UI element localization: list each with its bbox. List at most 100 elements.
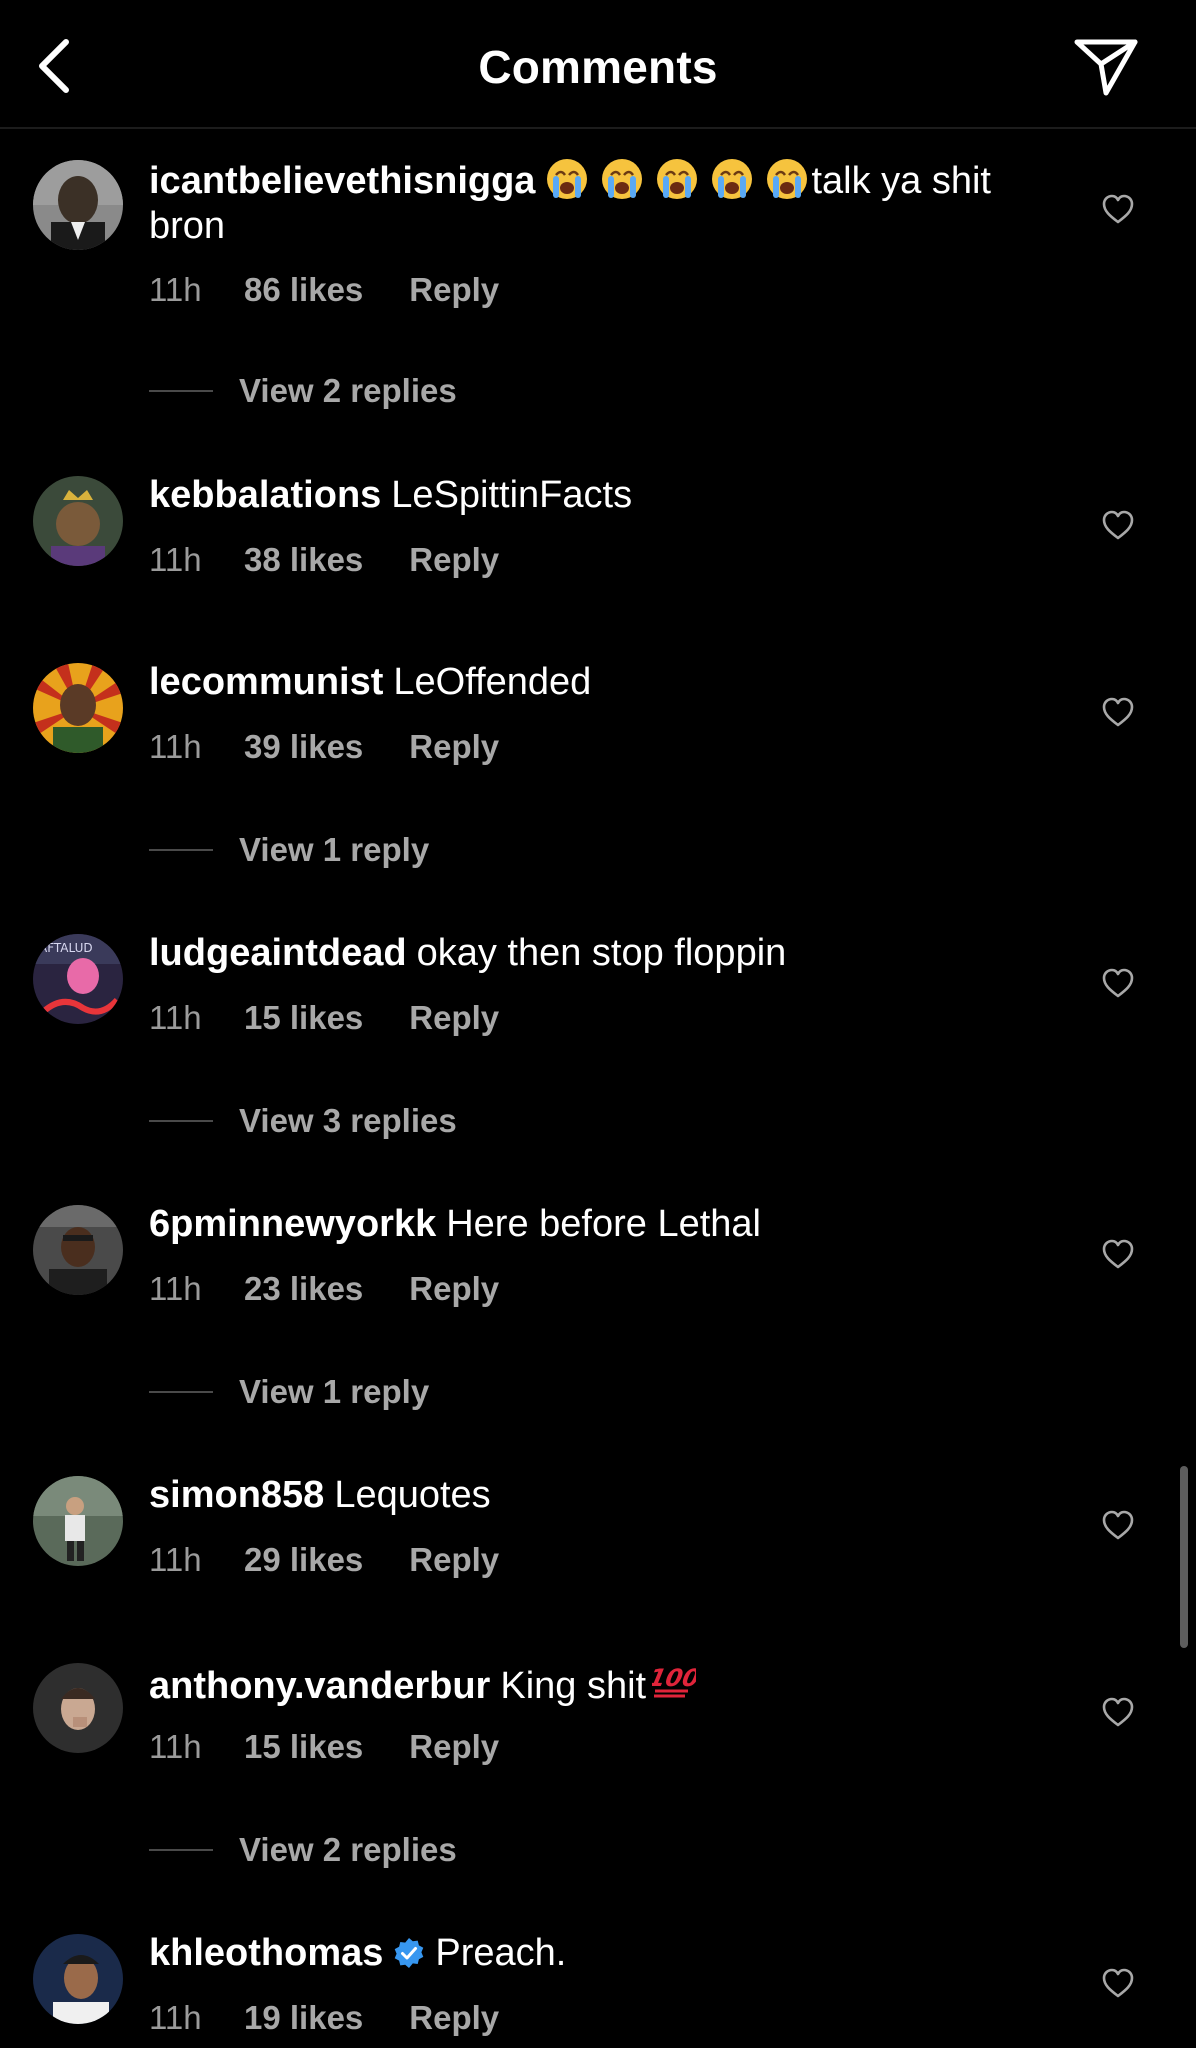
comment-username[interactable]: 6pminnewyorkk	[149, 1203, 436, 1245]
comment-body: ludgeaintdead okay then stop floppin	[149, 931, 1054, 976]
view-replies-line	[149, 1120, 213, 1122]
comment-text: Here before Lethal	[446, 1203, 761, 1245]
comment-body: lecommunist LeOffended	[149, 660, 1054, 705]
heart-outline-icon	[1102, 1239, 1134, 1269]
comment-body: 6pminnewyorkk Here before Lethal	[149, 1202, 1054, 1247]
avatar[interactable]	[33, 160, 123, 250]
avatar[interactable]	[33, 1663, 123, 1753]
comment-text: Preach.	[435, 1932, 567, 1974]
like-button[interactable]	[1098, 692, 1138, 732]
comment-username[interactable]: icantbelievethisnigga	[149, 160, 535, 202]
view-replies-button[interactable]: View 2 replies	[149, 1830, 457, 1870]
heart-outline-icon	[1102, 194, 1134, 224]
reply-button[interactable]: Reply	[409, 1269, 499, 1309]
loudly-crying-face-icon	[657, 159, 698, 199]
reply-button[interactable]: Reply	[409, 1727, 499, 1767]
header: Comments	[0, 0, 1196, 129]
like-button[interactable]	[1098, 963, 1138, 1003]
comment-likes[interactable]: 86 likes	[244, 270, 363, 310]
verified-badge-icon	[395, 1938, 424, 1968]
comment-meta: 11h 19 likes Reply	[149, 1998, 499, 2038]
view-replies-button[interactable]: View 2 replies	[149, 371, 457, 411]
view-replies-label: View 2 replies	[239, 372, 457, 409]
comment-body: simon858 Lequotes	[149, 1473, 1054, 1518]
view-replies-label: View 3 replies	[239, 1102, 457, 1139]
reply-button[interactable]: Reply	[409, 540, 499, 580]
comment-text: LeSpittinFacts	[391, 474, 633, 516]
comment-likes[interactable]: 15 likes	[244, 998, 363, 1038]
view-replies-button[interactable]: View 1 reply	[149, 830, 429, 870]
avatar[interactable]	[33, 1205, 123, 1295]
avatar[interactable]	[33, 476, 123, 566]
comment-likes[interactable]: 15 likes	[244, 1727, 363, 1767]
comment-time: 11h	[149, 1999, 202, 2036]
avatar[interactable]	[33, 663, 123, 753]
view-replies-label: View 1 reply	[239, 831, 430, 868]
comment-username[interactable]: kebbalations	[149, 474, 381, 516]
avatar[interactable]	[33, 1476, 123, 1566]
comment-time: 11h	[149, 271, 202, 308]
scrollbar[interactable]	[1180, 1466, 1188, 1648]
view-replies-line	[149, 1391, 213, 1393]
avatar-image	[33, 663, 123, 753]
comment-likes[interactable]: 38 likes	[244, 540, 363, 580]
svg-text:AFTALUD: AFTALUD	[39, 941, 93, 955]
comment-username[interactable]: khleothomas	[149, 1932, 383, 1974]
avatar[interactable]	[33, 1934, 123, 2024]
comment-meta: 11h 38 likes Reply	[149, 540, 499, 580]
comment-body: kebbalations LeSpittinFacts	[149, 473, 1054, 518]
view-replies-line	[149, 1849, 213, 1851]
avatar[interactable]: AFTALUD	[33, 934, 123, 1024]
reply-button[interactable]: Reply	[409, 727, 499, 767]
reply-button[interactable]: Reply	[409, 1540, 499, 1580]
reply-button[interactable]: Reply	[409, 270, 499, 310]
comment-time: 11h	[149, 728, 202, 765]
comment-time: 11h	[149, 541, 202, 578]
comment-text: Lequotes	[334, 1474, 491, 1516]
heart-outline-icon	[1102, 510, 1134, 540]
reply-button[interactable]: Reply	[409, 998, 499, 1038]
loudly-crying-face-icon	[547, 159, 588, 199]
comment-time: 11h	[149, 999, 202, 1036]
comment-text: LeOffended	[393, 661, 592, 703]
view-replies-label: View 2 replies	[239, 1831, 457, 1868]
hundred-points-icon: 100	[652, 1663, 696, 1698]
heart-outline-icon	[1102, 1510, 1134, 1540]
comment-likes[interactable]: 29 likes	[244, 1540, 363, 1580]
like-button[interactable]	[1098, 189, 1138, 229]
comment-likes[interactable]: 39 likes	[244, 727, 363, 767]
heart-outline-icon	[1102, 1968, 1134, 1998]
avatar-image	[33, 1934, 123, 2024]
heart-outline-icon	[1102, 968, 1134, 998]
avatar-image	[33, 1663, 123, 1753]
share-button[interactable]	[1070, 34, 1142, 100]
reply-button[interactable]: Reply	[409, 1998, 499, 2038]
comment-body: icantbelievethisnigga talk ya shit bron	[149, 157, 1054, 249]
comment-meta: 11h 29 likes Reply	[149, 1540, 499, 1580]
view-replies-label: View 1 reply	[239, 1373, 430, 1410]
comment-username[interactable]: ludgeaintdead	[149, 932, 407, 974]
comment-username[interactable]: lecommunist	[149, 661, 383, 703]
comment-body: anthony.vanderbur King shit 100	[149, 1660, 1054, 1709]
comment-time: 11h	[149, 1541, 202, 1578]
heart-outline-icon	[1102, 1697, 1134, 1727]
avatar-image	[33, 1476, 123, 1566]
comment-likes[interactable]: 19 likes	[244, 1998, 363, 2038]
loudly-crying-face-icon	[602, 159, 643, 199]
view-replies-button[interactable]: View 3 replies	[149, 1101, 457, 1141]
view-replies-button[interactable]: View 1 reply	[149, 1372, 429, 1412]
like-button[interactable]	[1098, 1692, 1138, 1732]
comment-username[interactable]: simon858	[149, 1474, 324, 1516]
like-button[interactable]	[1098, 505, 1138, 545]
like-button[interactable]	[1098, 1963, 1138, 2003]
comment-likes[interactable]: 23 likes	[244, 1269, 363, 1309]
svg-text:100: 100	[652, 1663, 696, 1692]
comment-username[interactable]: anthony.vanderbur	[149, 1665, 490, 1707]
like-button[interactable]	[1098, 1234, 1138, 1274]
comment-meta: 11h 39 likes Reply	[149, 727, 499, 767]
comment-text: King shit	[500, 1665, 647, 1707]
avatar-image: AFTALUD	[33, 934, 123, 1024]
page-title: Comments	[478, 41, 718, 93]
comment-meta: 11h 23 likes Reply	[149, 1269, 499, 1309]
like-button[interactable]	[1098, 1505, 1138, 1545]
